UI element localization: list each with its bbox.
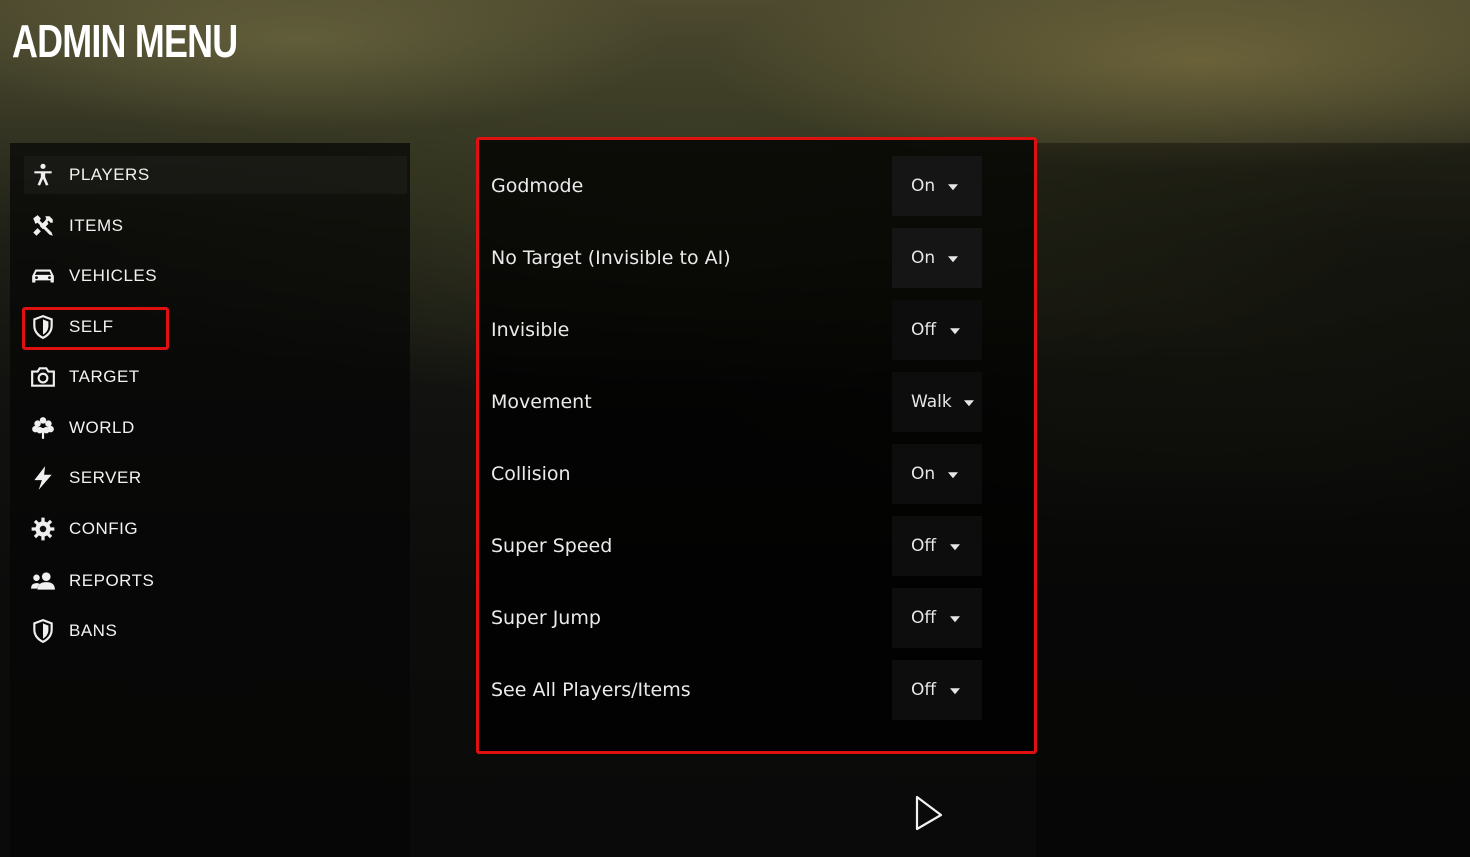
- background-panel: [1036, 143, 1470, 857]
- sidebar-item-bans[interactable]: BANS: [24, 612, 407, 650]
- option-label: See All Players/Items: [491, 679, 691, 701]
- movement-dropdown[interactable]: Walk: [892, 372, 982, 432]
- godmode-dropdown[interactable]: On: [892, 156, 982, 216]
- sidebar-item-label: WORLD: [69, 418, 135, 437]
- chevron-down-icon: [948, 472, 958, 479]
- see-all-dropdown[interactable]: Off: [892, 660, 982, 720]
- sidebar-item-label: TARGET: [69, 367, 140, 386]
- collision-dropdown[interactable]: On: [892, 444, 982, 504]
- option-row-collision: Collision On: [491, 444, 1022, 504]
- shield-icon: [29, 617, 57, 645]
- sidebar-item-label: REPORTS: [69, 571, 155, 590]
- chevron-down-icon: [950, 688, 960, 695]
- chevron-down-icon: [964, 400, 974, 407]
- dropdown-value: Off: [911, 608, 937, 628]
- option-label: Invisible: [491, 319, 570, 341]
- mouse-cursor-icon: [915, 795, 943, 831]
- option-row-no-target: No Target (Invisible to AI) On: [491, 228, 1022, 288]
- player-icon: [29, 161, 57, 189]
- sidebar-item-target[interactable]: TARGET: [24, 358, 407, 396]
- sidebar-item-label: CONFIG: [69, 519, 139, 538]
- sidebar-item-label: PLAYERS: [69, 165, 150, 184]
- option-label: Super Jump: [491, 607, 601, 629]
- super-jump-dropdown[interactable]: Off: [892, 588, 982, 648]
- sidebar-item-world[interactable]: WORLD: [24, 409, 407, 447]
- selected-item-highlight: [22, 307, 169, 350]
- option-label: No Target (Invisible to AI): [491, 247, 731, 269]
- sidebar-item-config[interactable]: CONFIG: [24, 510, 407, 548]
- option-row-super-jump: Super Jump Off: [491, 588, 1022, 648]
- option-row-see-all: See All Players/Items Off: [491, 660, 1022, 720]
- super-speed-dropdown[interactable]: Off: [892, 516, 982, 576]
- gear-icon: [29, 515, 57, 543]
- chevron-down-icon: [948, 184, 958, 191]
- option-label: Movement: [491, 391, 592, 413]
- invisible-dropdown[interactable]: Off: [892, 300, 982, 360]
- chevron-down-icon: [950, 616, 960, 623]
- dropdown-value: Off: [911, 536, 937, 556]
- dropdown-value: Off: [911, 680, 937, 700]
- dropdown-value: On: [911, 248, 936, 268]
- option-row-movement: Movement Walk: [491, 372, 1022, 432]
- sidebar-item-label: ITEMS: [69, 216, 124, 235]
- chevron-down-icon: [950, 328, 960, 335]
- sidebar-item-players[interactable]: PLAYERS: [24, 156, 407, 194]
- sidebar-item-vehicles[interactable]: VEHICLES: [24, 257, 407, 295]
- dropdown-value: Off: [911, 320, 937, 340]
- no-target-dropdown[interactable]: On: [892, 228, 982, 288]
- option-row-godmode: Godmode On: [491, 156, 1022, 216]
- option-label: Godmode: [491, 175, 584, 197]
- users-icon: [29, 567, 57, 595]
- option-label: Collision: [491, 463, 571, 485]
- dropdown-value: Walk: [911, 392, 952, 412]
- sidebar-item-label: BANS: [69, 621, 118, 640]
- car-icon: [29, 262, 57, 290]
- page-title: ADMIN MENU: [12, 15, 238, 67]
- option-row-super-speed: Super Speed Off: [491, 516, 1022, 576]
- sidebar-item-label: VEHICLES: [69, 266, 158, 285]
- chevron-down-icon: [948, 256, 958, 263]
- tools-icon: [29, 212, 57, 240]
- sidebar: PLAYERS ITEMS VEHICLES SELF TARGET WORLD: [10, 143, 410, 857]
- option-label: Super Speed: [491, 535, 613, 557]
- dropdown-value: On: [911, 464, 936, 484]
- sidebar-item-items[interactable]: ITEMS: [24, 207, 407, 245]
- lightning-icon: [29, 464, 57, 492]
- sidebar-item-label: SERVER: [69, 468, 142, 487]
- sidebar-item-reports[interactable]: REPORTS: [24, 562, 407, 600]
- chevron-down-icon: [950, 544, 960, 551]
- option-row-invisible: Invisible Off: [491, 300, 1022, 360]
- camera-icon: [29, 363, 57, 391]
- tree-icon: [29, 414, 57, 442]
- self-options-panel: Godmode On No Target (Invisible to AI) O…: [476, 137, 1037, 754]
- dropdown-value: On: [911, 176, 936, 196]
- sidebar-item-server[interactable]: SERVER: [24, 459, 407, 497]
